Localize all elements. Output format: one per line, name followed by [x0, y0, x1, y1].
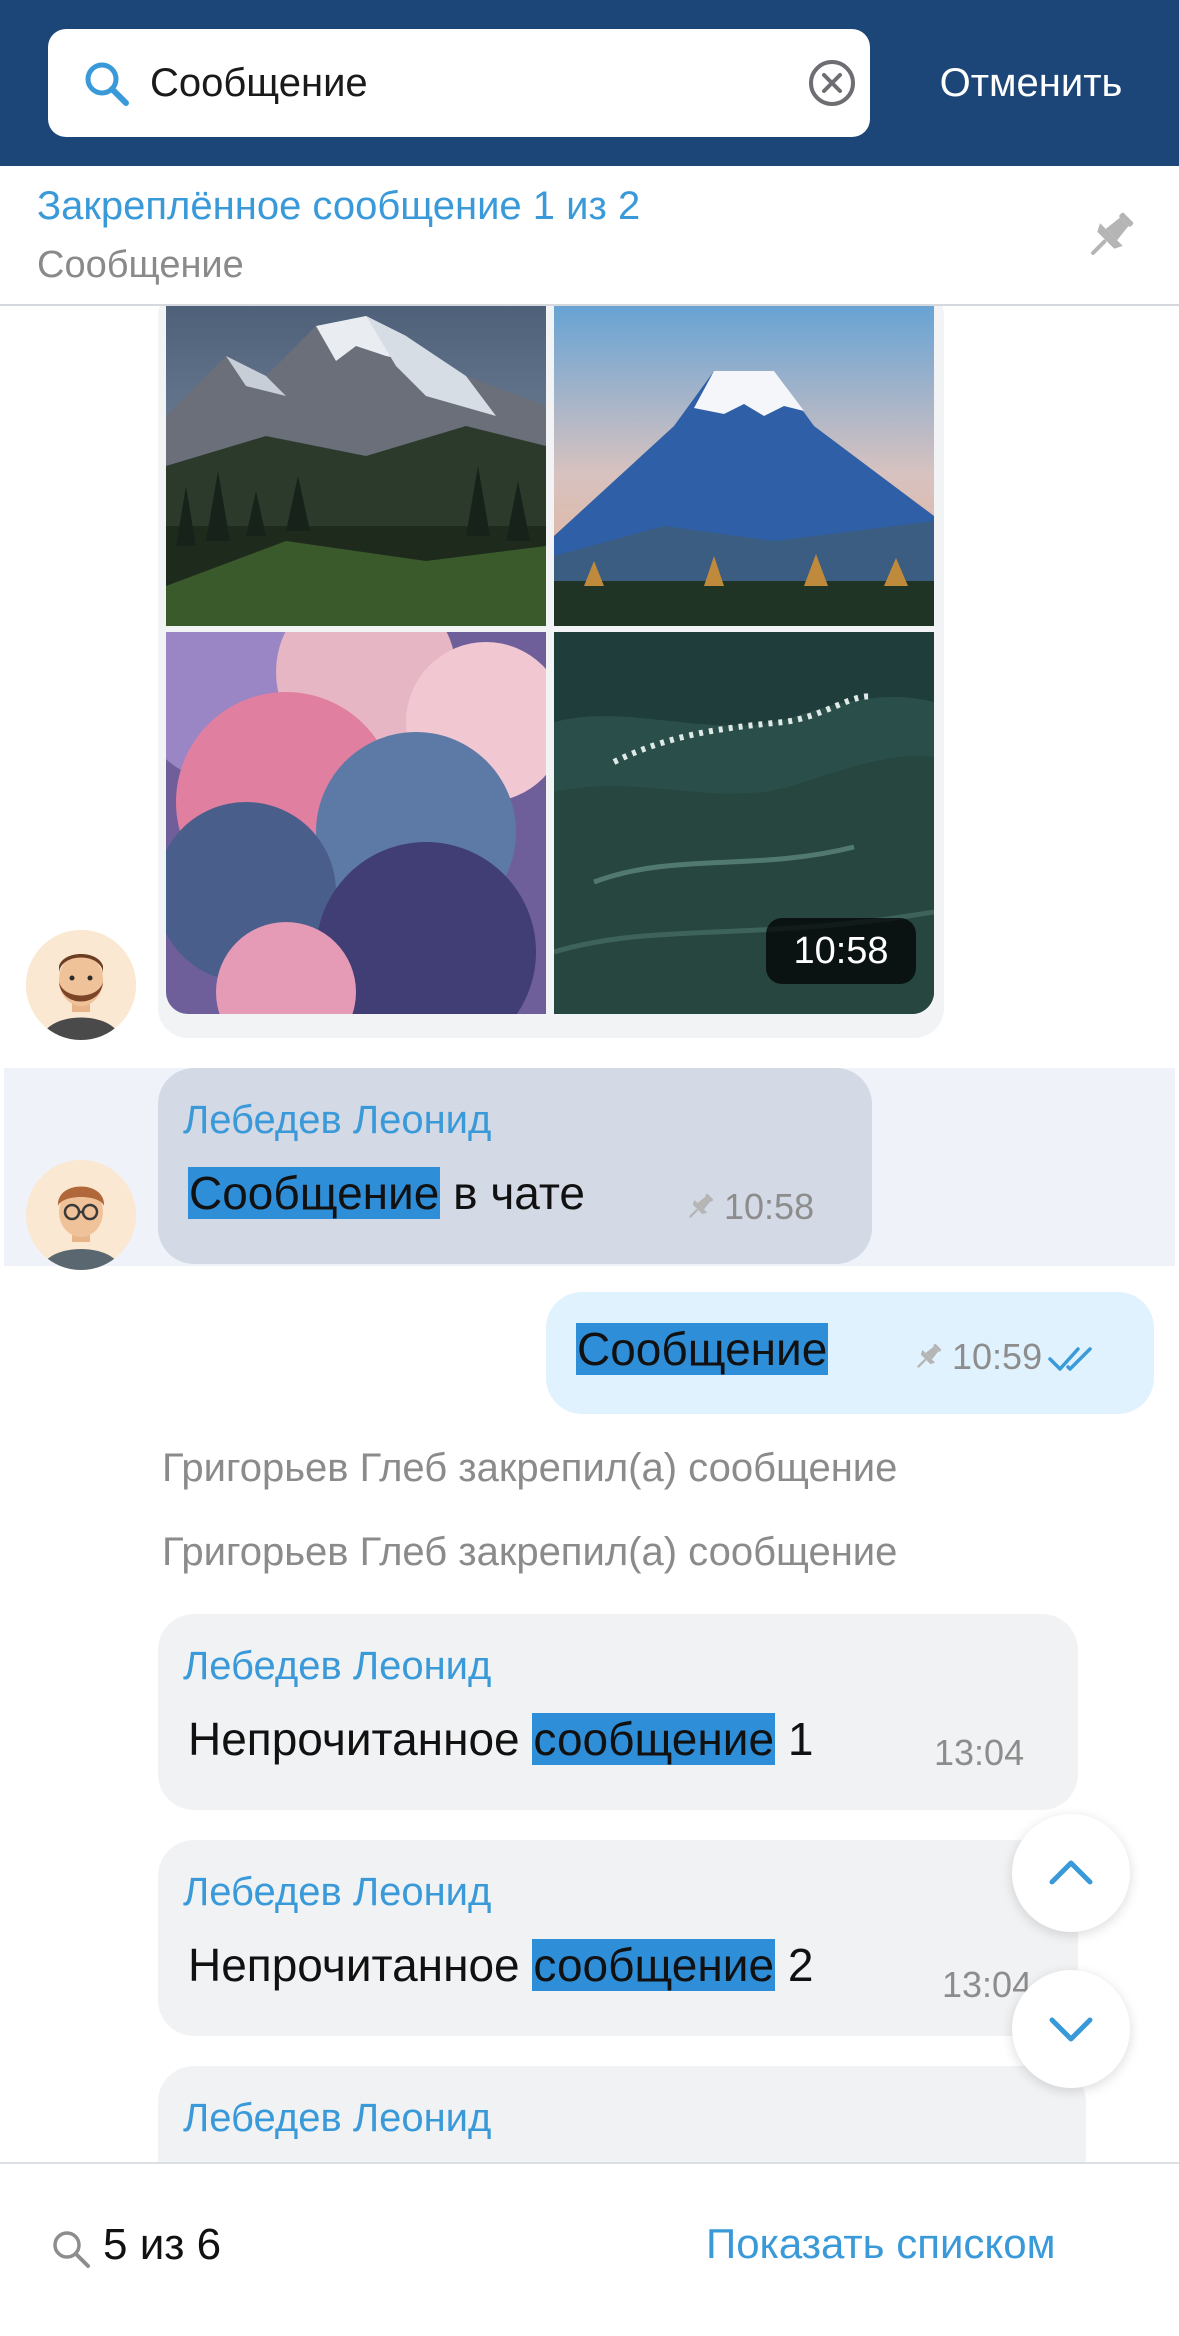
- search-match: Сообщение: [188, 1167, 441, 1219]
- message-bubble[interactable]: Лебедев Леонид Непрочитанное сообщение 1…: [158, 1614, 1078, 1810]
- show-as-list-button[interactable]: Показать списком: [706, 2220, 1056, 2268]
- sender-name[interactable]: Лебедев Леонид: [183, 2096, 491, 2141]
- results-counter: 5 из 6: [103, 2220, 222, 2269]
- search-field[interactable]: Сообщение: [48, 29, 870, 137]
- search-input[interactable]: Сообщение: [150, 29, 368, 137]
- search-match: сообщение: [532, 1713, 776, 1765]
- sender-name[interactable]: Лебедев Леонид: [183, 1098, 491, 1143]
- next-result-button[interactable]: [1012, 1970, 1130, 2088]
- message-text: Сообщение в чате: [188, 1167, 585, 1219]
- search-match: Сообщение: [576, 1323, 829, 1375]
- message-bubble[interactable]: Лебедев Леонид Сообщение в чате 10:58: [158, 1068, 872, 1264]
- chevron-up-icon: [1049, 1860, 1093, 1885]
- avatar[interactable]: [26, 930, 136, 1040]
- previous-result-button[interactable]: [1012, 1814, 1130, 1932]
- message-bubble[interactable]: Лебедев Леонид Непрочитанное сообщение 2…: [158, 1840, 1078, 2036]
- search-match: сообщение: [532, 1939, 776, 1991]
- search-header: Сообщение Отменить: [0, 0, 1179, 166]
- photo-album-message[interactable]: 10:58: [158, 306, 944, 1038]
- album-time: 10:58: [766, 918, 916, 984]
- search-results-bar: 5 из 6 Показать списком: [0, 2162, 1179, 2336]
- chat-search-screen: Сообщение Отменить Закреплённое сообщени…: [0, 0, 1179, 2336]
- sender-name[interactable]: Лебедев Леонид: [183, 1644, 491, 1689]
- message-text: Непрочитанное сообщение 2: [188, 1939, 814, 1991]
- service-message: Григорьев Глеб закрепил(а) сообщение: [162, 1446, 898, 1490]
- cancel-button[interactable]: Отменить: [900, 29, 1162, 137]
- read-checkmarks-icon: [1048, 1347, 1092, 1371]
- pinned-title: Закреплённое сообщение 1 из 2: [37, 184, 641, 228]
- pin-icon[interactable]: [1078, 204, 1142, 268]
- service-message: Григорьев Глеб закрепил(а) сообщение: [162, 1530, 898, 1574]
- message-bubble[interactable]: Лебедев Леонид: [158, 2066, 1086, 2162]
- avatar[interactable]: [26, 1160, 136, 1270]
- message-time: 10:59: [952, 1336, 1043, 1377]
- pin-icon: [917, 1343, 942, 1368]
- message-text: Сообщение: [576, 1322, 829, 1376]
- pinned-preview: Сообщение: [37, 244, 244, 286]
- message-list[interactable]: 10:58 Лебедев Леонид Сообщение в чате 10…: [0, 306, 1179, 2162]
- pin-icon: [689, 1193, 714, 1218]
- photo-clouds[interactable]: [166, 632, 546, 1014]
- message-time: 13:04: [934, 1732, 1025, 1773]
- message-meta: 10:58: [682, 1186, 814, 1228]
- message-time: 10:58: [724, 1186, 815, 1227]
- message-text: Непрочитанное сообщение 1: [188, 1713, 814, 1765]
- pinned-message-bar[interactable]: Закреплённое сообщение 1 из 2 Сообщение: [0, 166, 1179, 306]
- search-icon: [53, 2231, 90, 2268]
- chevron-down-icon: [1049, 2017, 1093, 2042]
- photo-volcano[interactable]: [554, 306, 934, 626]
- outgoing-message-bubble[interactable]: Сообщение 10:59: [546, 1292, 1154, 1414]
- sender-name[interactable]: Лебедев Леонид: [183, 1870, 491, 1915]
- search-icon: [85, 62, 129, 106]
- photo-mountains[interactable]: [166, 306, 546, 626]
- message-meta: 10:59: [910, 1336, 1100, 1378]
- clear-search-icon[interactable]: [807, 58, 857, 108]
